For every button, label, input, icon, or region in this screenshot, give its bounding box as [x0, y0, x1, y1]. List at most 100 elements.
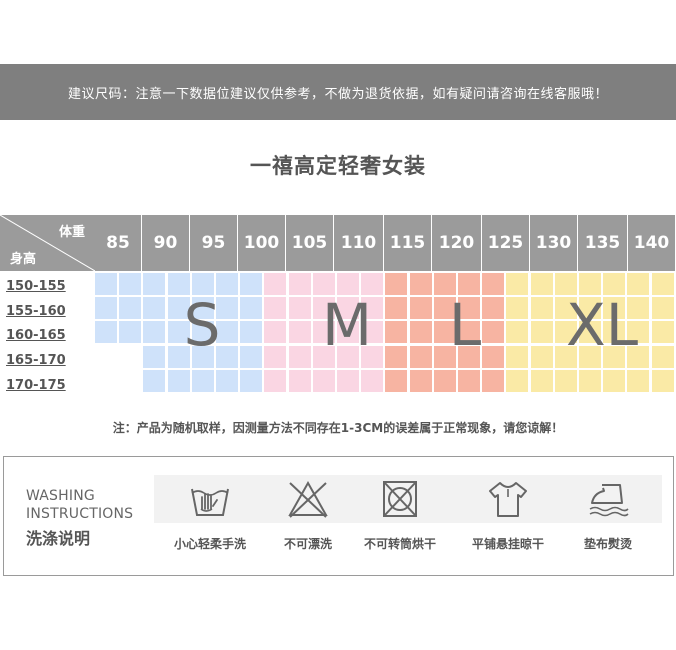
grid-cell [240, 370, 262, 392]
grid-cell [531, 273, 553, 295]
grid-cell [385, 273, 407, 295]
grid-cell [506, 370, 528, 392]
grid-cell [652, 346, 674, 368]
weight-header-cell: 140 [628, 215, 676, 271]
grid-cell [119, 273, 141, 295]
height-header: 身高 [10, 252, 37, 267]
wash-label: 垫布熨烫 [583, 537, 632, 551]
grid-cell [143, 370, 165, 392]
washing-title-en: WASHING INSTRUCTIONS [26, 487, 133, 523]
height-label: 170-175 [6, 377, 66, 393]
weight-header-cell: 105 [286, 215, 334, 271]
grid-cell [385, 346, 407, 368]
iron-with-cloth-icon [589, 484, 629, 517]
hang-dry-icon [489, 482, 527, 517]
grid-cell [216, 370, 238, 392]
grid-cell [337, 370, 359, 392]
height-label: 155-160 [6, 303, 66, 319]
grid-cell [385, 370, 407, 392]
grid-cell [410, 321, 432, 343]
washing-title-cn: 洗涤说明 [26, 529, 91, 548]
grid-cell [240, 346, 262, 368]
grid-cell [506, 321, 528, 343]
grid-cell [531, 370, 553, 392]
grid-cell [264, 346, 286, 368]
grid-cell [264, 370, 286, 392]
grid-cell [289, 321, 311, 343]
grid-cell [506, 273, 528, 295]
grid-cell [482, 273, 504, 295]
grid-cell [143, 321, 165, 343]
grid-cell [95, 321, 117, 343]
page-title: 一禧高定轻奢女装 [250, 154, 426, 178]
grid-cell [240, 297, 262, 319]
grid-cell [95, 273, 117, 295]
grid-cell [410, 370, 432, 392]
size-label-l: L [448, 291, 482, 359]
no-tumble-dry-icon [383, 481, 417, 517]
grid-cell [531, 297, 553, 319]
grid-cell [143, 297, 165, 319]
grid-cell [579, 370, 601, 392]
grid-cell [458, 370, 480, 392]
grid-cell [385, 297, 407, 319]
grid-cell [652, 321, 674, 343]
weight-header-cell: 115 [384, 215, 432, 271]
wash-label: 不可转筒烘干 [363, 537, 436, 551]
grid-cell [652, 297, 674, 319]
grid-cell [434, 370, 456, 392]
grid-cell [119, 321, 141, 343]
grid-cell [119, 297, 141, 319]
size-label-s: S [183, 291, 221, 359]
wash-label: 平铺悬挂晾干 [471, 537, 544, 551]
grid-cell [555, 370, 577, 392]
grid-cell [313, 370, 335, 392]
grid-cell [410, 346, 432, 368]
weight-header-cell: 110 [334, 215, 384, 271]
weight-header-cell: 85 [95, 215, 142, 271]
grid-cell [385, 321, 407, 343]
grid-cell [289, 370, 311, 392]
grid-cell [506, 297, 528, 319]
size-label-xl: XL [565, 291, 639, 359]
grid-cell [95, 297, 117, 319]
grid-cell [240, 273, 262, 295]
no-bleach-icon [288, 480, 328, 518]
height-label: 150-155 [6, 278, 66, 294]
weight-header-cell: 95 [190, 215, 238, 271]
grid-cell [143, 346, 165, 368]
washing-instructions-panel: WASHING INSTRUCTIONS 洗涤说明 小心轻柔手洗 不可漂洗 不可… [3, 456, 674, 576]
measurement-note: 注：产品为随机取样，因测量方法不同存在1-3CM的误差属于正常现象，请您谅解！ [112, 421, 564, 435]
wash-label: 不可漂洗 [283, 537, 332, 551]
grid-cell [192, 370, 214, 392]
grid-cell [652, 370, 674, 392]
height-label: 165-170 [6, 352, 66, 368]
hand-wash-icon [191, 488, 229, 516]
grid-cell [240, 321, 262, 343]
table-corner-header: 体重 身高 [0, 215, 95, 271]
grid-cell [361, 370, 383, 392]
weight-header-cell: 130 [530, 215, 578, 271]
size-label-m: M [321, 291, 373, 359]
grid-cell [506, 346, 528, 368]
weight-header: 体重 [58, 225, 85, 240]
height-label: 160-165 [6, 327, 66, 343]
notice-banner: 建议尺码：注意一下数据位建议仅供参考，不做为退货依据，如有疑问请咨询在线客服哦！ [0, 64, 676, 120]
grid-cell [410, 297, 432, 319]
grid-cell [264, 273, 286, 295]
grid-cell [410, 273, 432, 295]
grid-cell [264, 297, 286, 319]
grid-cell [289, 273, 311, 295]
grid-cell [289, 346, 311, 368]
washing-title-line2: INSTRUCTIONS [26, 506, 134, 522]
wash-label: 小心轻柔手洗 [173, 537, 246, 551]
grid-cell [603, 370, 625, 392]
weight-header-cell: 135 [578, 215, 628, 271]
grid-cell [652, 273, 674, 295]
weight-header-cell: 90 [142, 215, 190, 271]
grid-cell [168, 370, 190, 392]
grid-cell [531, 346, 553, 368]
grid-cell [482, 370, 504, 392]
weight-header-cell: 100 [238, 215, 286, 271]
grid-cell [264, 321, 286, 343]
